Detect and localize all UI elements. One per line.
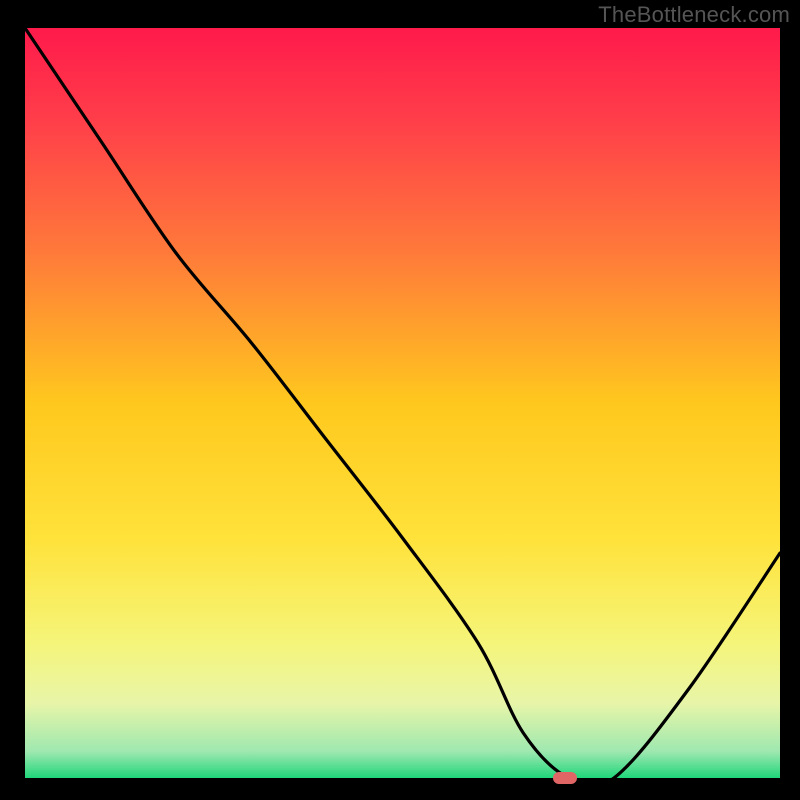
optimum-marker xyxy=(553,772,577,784)
plot-area xyxy=(25,28,780,778)
chart-frame: TheBottleneck.com xyxy=(0,0,800,800)
chart-svg xyxy=(25,28,780,778)
watermark-text: TheBottleneck.com xyxy=(598,2,790,28)
gradient-background xyxy=(25,28,780,778)
